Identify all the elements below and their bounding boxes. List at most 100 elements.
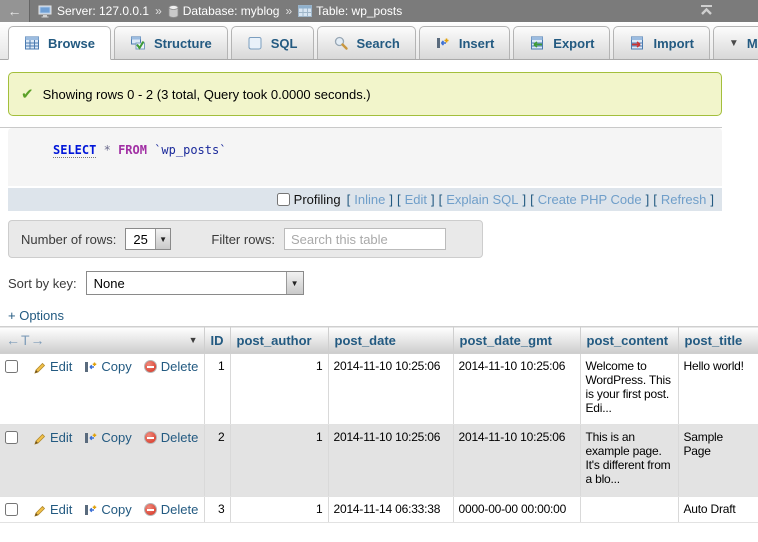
table-row: Edit Copy Delete: [0, 425, 758, 497]
column-header-post-title[interactable]: post_title: [678, 327, 758, 354]
tab-browse-label: Browse: [48, 36, 95, 51]
tab-browse[interactable]: Browse: [8, 26, 111, 60]
tab-insert-label: Insert: [459, 36, 494, 51]
breadcrumb-table-label: Table: wp_posts: [316, 4, 402, 18]
column-header-post-author[interactable]: post_author: [230, 327, 328, 354]
edit-action[interactable]: Edit: [32, 502, 72, 517]
cell-post-title: Hello world!: [678, 354, 758, 425]
tab-more[interactable]: ▼ More: [713, 26, 758, 59]
tab-search[interactable]: Search: [317, 26, 416, 59]
sql-table-identifier: `wp_posts`: [154, 143, 226, 157]
chevron-down-icon: ▼: [729, 38, 739, 49]
options-toggle-link[interactable]: + Options: [8, 308, 64, 323]
row-checkbox[interactable]: [5, 431, 18, 444]
tab-sql[interactable]: SQL: [231, 26, 314, 59]
cell-post-author: 1: [230, 497, 328, 523]
inline-link[interactable]: Inline: [354, 192, 385, 207]
cell-post-title: Sample Page: [678, 425, 758, 497]
cell-id: 2: [204, 425, 230, 497]
copy-link: Copy: [101, 502, 131, 517]
column-header-post-date-gmt[interactable]: post_date_gmt: [453, 327, 580, 354]
breadcrumb-table[interactable]: Table: wp_posts: [298, 4, 402, 18]
edit-action[interactable]: Edit: [32, 359, 72, 374]
sort-by-key-select[interactable]: None ▼: [86, 271, 304, 295]
insert-icon: [435, 35, 451, 51]
delete-icon: [144, 431, 157, 444]
header-actions-cell: ←T→ ▼: [0, 327, 204, 354]
cell-post-date: 2014-11-14 06:33:38: [328, 497, 453, 523]
column-header-post-date[interactable]: post_date: [328, 327, 453, 354]
sql-keyword-select[interactable]: SELECT: [53, 143, 96, 158]
cell-post-author: 1: [230, 354, 328, 425]
bracket: [: [439, 192, 443, 207]
number-of-rows-value: 25: [126, 229, 154, 249]
column-header-post-content[interactable]: post_content: [580, 327, 678, 354]
tab-search-label: Search: [357, 36, 400, 51]
filter-rows-input[interactable]: [284, 228, 446, 250]
edit-link: Edit: [50, 359, 72, 374]
status-message-text: Showing rows 0 - 2 (3 total, Query took …: [43, 87, 371, 102]
breadcrumb-separator: »: [155, 4, 162, 18]
cell-post-content: [580, 497, 678, 523]
row-checkbox[interactable]: [5, 503, 18, 516]
table-icon: [298, 5, 312, 17]
profiling-label: Profiling: [294, 192, 341, 207]
copy-icon: [84, 431, 97, 445]
with-selected-dropdown-icon[interactable]: ▼: [189, 335, 198, 345]
breadcrumb: Server: 127.0.0.1 » Database: myblog » T…: [38, 4, 402, 18]
sql-keyword-from: FROM: [118, 143, 147, 157]
breadcrumb-server[interactable]: Server: 127.0.0.1: [38, 4, 149, 18]
sql-query-box: SELECT * FROM `wp_posts`: [8, 128, 722, 186]
tab-structure[interactable]: Structure: [114, 26, 228, 59]
bracket: ]: [389, 192, 393, 207]
breadcrumb-database[interactable]: Database: myblog: [168, 4, 280, 18]
sql-icon: [247, 35, 263, 51]
copy-icon: [84, 503, 97, 517]
refresh-link[interactable]: Refresh: [661, 192, 707, 207]
create-php-code-link[interactable]: Create PHP Code: [538, 192, 642, 207]
sql-star: *: [104, 143, 111, 157]
database-icon: [168, 5, 179, 18]
explain-sql-link[interactable]: Explain SQL: [446, 192, 518, 207]
delete-action[interactable]: Delete: [144, 359, 199, 374]
cell-post-date-gmt: 2014-11-10 10:25:06: [453, 354, 580, 425]
table-row: Edit Copy Delete: [0, 354, 758, 425]
copy-link: Copy: [101, 430, 131, 445]
tab-structure-label: Structure: [154, 36, 212, 51]
tab-export[interactable]: Export: [513, 26, 610, 59]
tab-bar: Browse Structure SQL Search Insert: [0, 22, 758, 60]
copy-link: Copy: [101, 359, 131, 374]
tab-insert[interactable]: Insert: [419, 26, 510, 59]
copy-action[interactable]: Copy: [84, 359, 131, 374]
pencil-icon: [32, 431, 46, 445]
bracket: ]: [431, 192, 435, 207]
cell-id: 1: [204, 354, 230, 425]
delete-action[interactable]: Delete: [144, 430, 199, 445]
delete-icon: [144, 503, 157, 516]
edit-action[interactable]: Edit: [32, 430, 72, 445]
column-header-id[interactable]: ID: [204, 327, 230, 354]
tab-import[interactable]: Import: [613, 26, 709, 59]
profiling-checkbox[interactable]: [277, 193, 290, 206]
results-table: ←T→ ▼ ID post_author post_date post_date…: [0, 326, 758, 523]
delete-action[interactable]: Delete: [144, 502, 199, 517]
collapse-to-top-icon[interactable]: [699, 4, 714, 20]
number-of-rows-label: Number of rows:: [21, 232, 116, 247]
copy-action[interactable]: Copy: [84, 502, 131, 517]
back-button[interactable]: ←: [0, 0, 30, 22]
back-arrow-icon: ←: [8, 3, 22, 19]
breadcrumb-database-label: Database: myblog: [183, 4, 280, 18]
filter-rows-label: Filter rows:: [211, 232, 275, 247]
copy-action[interactable]: Copy: [84, 430, 131, 445]
edit-query-link[interactable]: Edit: [405, 192, 427, 207]
edit-link: Edit: [50, 430, 72, 445]
row-checkbox[interactable]: [5, 360, 18, 373]
tab-sql-label: SQL: [271, 36, 298, 51]
number-of-rows-select[interactable]: 25 ▼: [125, 228, 171, 250]
browse-icon: [24, 35, 40, 51]
copy-icon: [84, 360, 97, 374]
column-reorder-handle-icon[interactable]: ←T→: [6, 332, 46, 348]
cell-post-date: 2014-11-10 10:25:06: [328, 425, 453, 497]
select-arrow-icon: ▼: [155, 229, 171, 249]
cell-post-date: 2014-11-10 10:25:06: [328, 354, 453, 425]
